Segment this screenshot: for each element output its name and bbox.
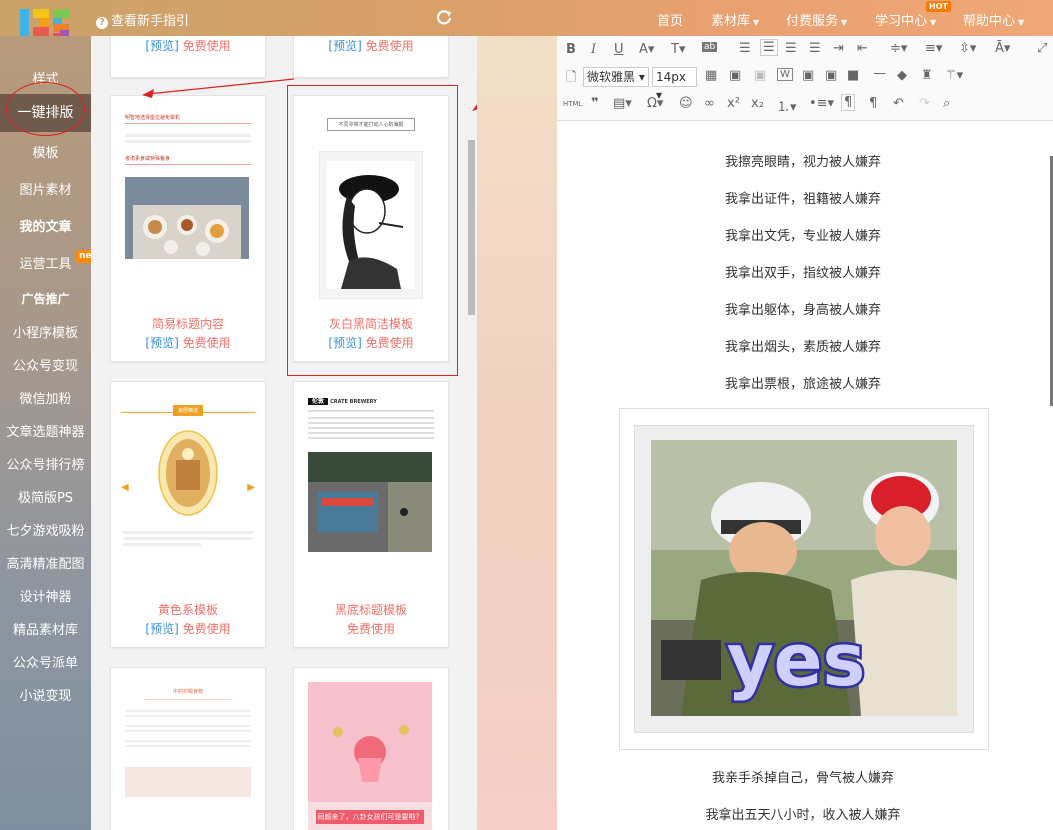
text-format-icon[interactable]: T▾ <box>671 42 685 57</box>
align-justify-icon[interactable]: ☰ <box>809 41 821 56</box>
paragraph-spacing-icon[interactable]: ≡▾ <box>925 41 942 56</box>
align-left-icon[interactable]: ☰ <box>739 41 751 56</box>
picture-icon[interactable]: ▣ <box>802 68 814 83</box>
indent-icon[interactable]: ⇥ <box>833 41 844 56</box>
text-line: 我拿出五天八小时，收入被人嫌弃 <box>705 808 901 823</box>
link-icon[interactable]: ∞ <box>704 96 715 111</box>
format-brush-icon[interactable]: ♜ <box>921 68 933 83</box>
word-import-icon[interactable]: W <box>777 68 793 81</box>
text-line: 我擦亮眼睛，视力被人嫌弃 <box>724 155 881 170</box>
align-center-icon[interactable]: ☰ <box>760 39 778 56</box>
line-height-icon[interactable]: ≑▾ <box>890 41 907 56</box>
ltr-icon[interactable]: ¶ <box>841 94 856 111</box>
outdent-icon[interactable]: ⇤ <box>857 41 868 56</box>
image-icon[interactable]: ▣ <box>729 68 741 83</box>
multi-image-icon[interactable]: ▣ <box>754 68 766 83</box>
redo-icon[interactable]: ↷ <box>919 96 930 111</box>
editor-toolbar: B I U A▾ T▾ ab ☰ ☰ ☰ ☰ ⇥ ⇤ ≑▾ ≡▾ ⇳▾ Ā▾ ⤢… <box>557 36 1053 121</box>
image-frame: yes <box>619 408 989 750</box>
rtl-icon[interactable]: ¶ <box>869 96 877 111</box>
font-family-select[interactable]: 微软雅黑 ▾ <box>583 67 649 87</box>
inner-frame: yes <box>634 425 974 733</box>
ordered-list-icon[interactable]: ⒈▾ <box>777 96 797 115</box>
horizontal-rule-icon[interactable]: — <box>873 66 886 81</box>
table-icon[interactable]: ▦ <box>705 68 717 83</box>
fullscreen-icon[interactable]: ⤢ <box>1037 41 1047 56</box>
new-document-icon[interactable]: 🗋 <box>566 68 576 90</box>
eraser-icon[interactable]: ◆ <box>897 68 907 83</box>
underline-icon[interactable]: U <box>614 42 624 57</box>
background-gradient <box>477 36 557 830</box>
unordered-list-icon[interactable]: •≡▾ <box>809 96 834 111</box>
editor-content[interactable]: 我擦亮眼睛，视力被人嫌弃 我拿出证件，祖籍被人嫌弃 我拿出文凭，专业被人嫌弃 我… <box>557 121 1053 830</box>
italic-icon[interactable]: I <box>591 42 596 57</box>
font-size-select[interactable]: 14px ▾ <box>652 67 697 102</box>
text-line: 我拿出烟头，素质被人嫌弃 <box>724 340 881 355</box>
magic-wand-icon[interactable]: ⚚▾ <box>945 68 963 83</box>
font-size-up-icon[interactable]: Ā▾ <box>995 41 1010 56</box>
align-right-icon[interactable]: ☰ <box>785 41 797 56</box>
text-line: 我拿出躯体，身高被人嫌弃 <box>724 303 881 318</box>
special-char-icon[interactable]: Ω▾ <box>647 96 663 111</box>
text-line: 我拿出票根，旅途被人嫌弃 <box>724 377 881 392</box>
font-color-icon[interactable]: A▾ <box>639 42 654 57</box>
text-line: 我亲手杀掉自己，骨气被人嫌弃 <box>711 771 894 786</box>
quote-icon[interactable]: ❞ <box>591 96 599 111</box>
background-color-icon[interactable]: ab <box>702 42 718 52</box>
bold-icon[interactable]: B <box>566 42 576 57</box>
subscript-icon[interactable]: x₂ <box>751 96 764 111</box>
find-replace-icon[interactable]: ⌕ <box>943 96 950 111</box>
rich-text-editor: B I U A▾ T▾ ab ☰ ☰ ☰ ☰ ⇥ ⇤ ≑▾ ≡▾ ⇳▾ Ā▾ ⤢… <box>557 36 1053 830</box>
text-line: 我拿出双手，指纹被人嫌弃 <box>724 266 881 281</box>
undo-icon[interactable]: ↶ <box>893 96 904 111</box>
scooter-gif-image[interactable]: yes <box>651 440 957 716</box>
gallery-icon[interactable]: ▣ <box>825 68 837 83</box>
superscript-icon[interactable]: x² <box>727 96 740 111</box>
letter-spacing-icon[interactable]: ⇳▾ <box>959 41 976 56</box>
html-source-icon[interactable]: HTML <box>563 100 582 108</box>
emoji-icon[interactable]: ☺ <box>679 96 693 111</box>
yes-caption: yes <box>727 618 866 702</box>
template-insert-icon[interactable]: ▤▾ <box>613 96 632 111</box>
text-line: 我拿出文凭，专业被人嫌弃 <box>724 229 881 244</box>
video-icon[interactable]: ■ <box>847 68 859 83</box>
text-line: 我拿出证件，祖籍被人嫌弃 <box>724 192 881 207</box>
